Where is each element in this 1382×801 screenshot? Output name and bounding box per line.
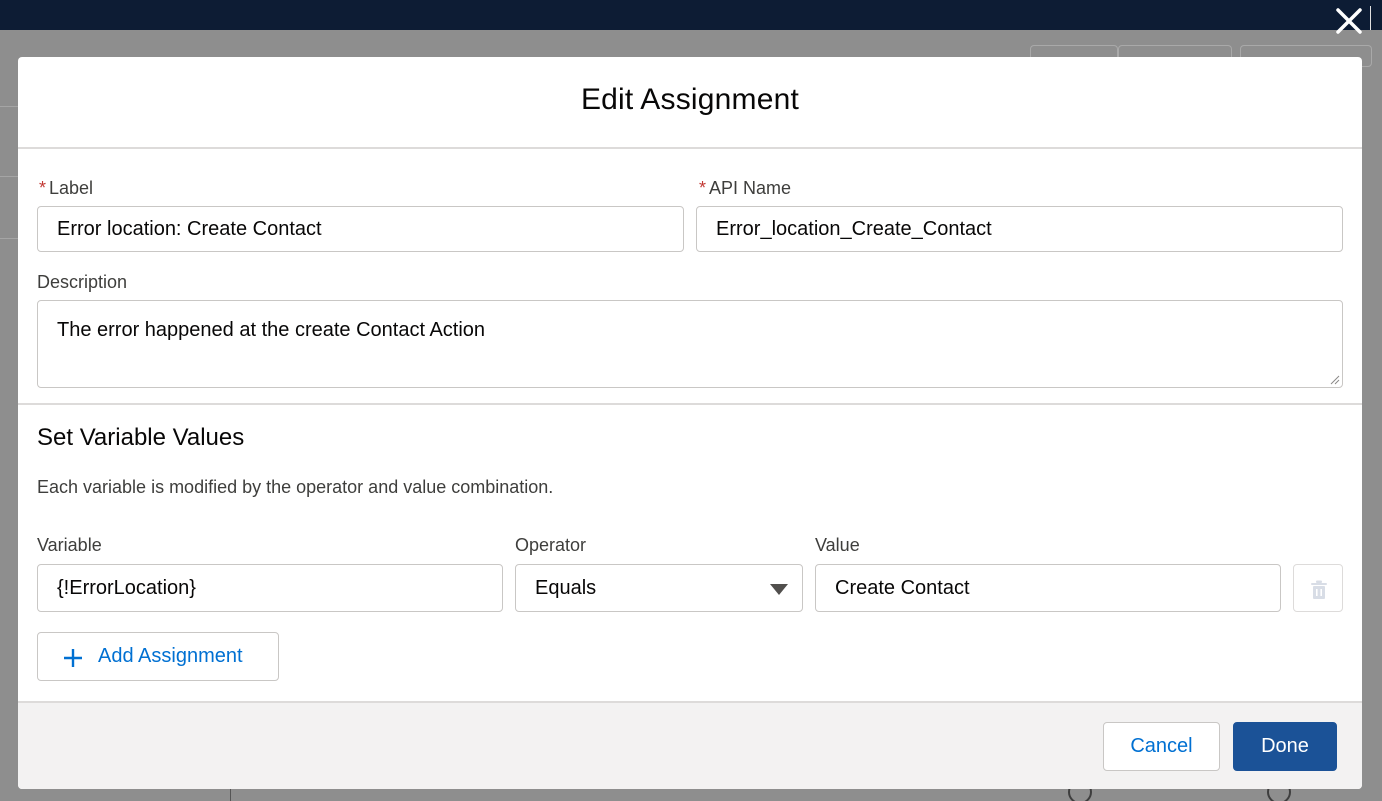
done-button[interactable]: Done xyxy=(1233,722,1337,771)
operator-select[interactable]: Equals xyxy=(515,564,803,612)
header-separator xyxy=(1370,6,1371,30)
label-field-label-text: Label xyxy=(49,178,94,198)
required-marker: * xyxy=(699,178,707,198)
operator-selected-value: Equals xyxy=(535,577,597,599)
api-name-field-label-text: API Name xyxy=(709,178,792,198)
cancel-button[interactable]: Cancel xyxy=(1103,722,1220,771)
background-divider xyxy=(0,106,18,107)
api-name-input[interactable]: Error_location_Create_Contact xyxy=(696,206,1343,252)
operator-column-label: Operator xyxy=(515,535,587,555)
add-assignment-button[interactable]: Add Assignment xyxy=(37,632,279,681)
section-divider xyxy=(18,403,1362,405)
variable-input[interactable]: {!ErrorLocation} xyxy=(37,564,503,612)
chevron-down-icon xyxy=(770,584,788,595)
edit-assignment-modal: Edit Assignment * Label Error location: C… xyxy=(18,57,1362,789)
value-column-label: Value xyxy=(815,535,860,555)
api-name-field-label: * API Name xyxy=(699,178,791,199)
value-input[interactable]: Create Contact xyxy=(815,564,1281,612)
section-help-text: Each variable is modified by the operato… xyxy=(37,477,554,497)
add-assignment-label: Add Assignment xyxy=(98,645,243,667)
close-icon[interactable] xyxy=(1332,4,1366,38)
resize-handle-icon[interactable] xyxy=(1330,375,1340,385)
modal-header: Edit Assignment xyxy=(18,57,1362,149)
modal-title: Edit Assignment xyxy=(580,83,800,116)
background-divider xyxy=(230,789,231,801)
background-divider xyxy=(0,176,18,177)
label-input[interactable]: Error location: Create Contact xyxy=(37,206,684,252)
app-header-bar xyxy=(0,0,1382,30)
background-divider xyxy=(0,238,18,239)
plus-icon xyxy=(64,649,82,667)
required-marker: * xyxy=(39,178,47,198)
section-title: Set Variable Values xyxy=(37,424,245,451)
description-text: The error happened at the create Contact… xyxy=(57,319,486,341)
modal-footer: Cancel Done xyxy=(18,701,1362,789)
description-textarea[interactable]: The error happened at the create Contact… xyxy=(37,300,1343,388)
variable-column-label: Variable xyxy=(37,535,102,555)
delete-assignment-button[interactable] xyxy=(1293,564,1343,612)
description-field-label: Description xyxy=(37,272,128,292)
trash-icon xyxy=(1311,580,1327,599)
label-field-label: * Label xyxy=(39,178,93,199)
